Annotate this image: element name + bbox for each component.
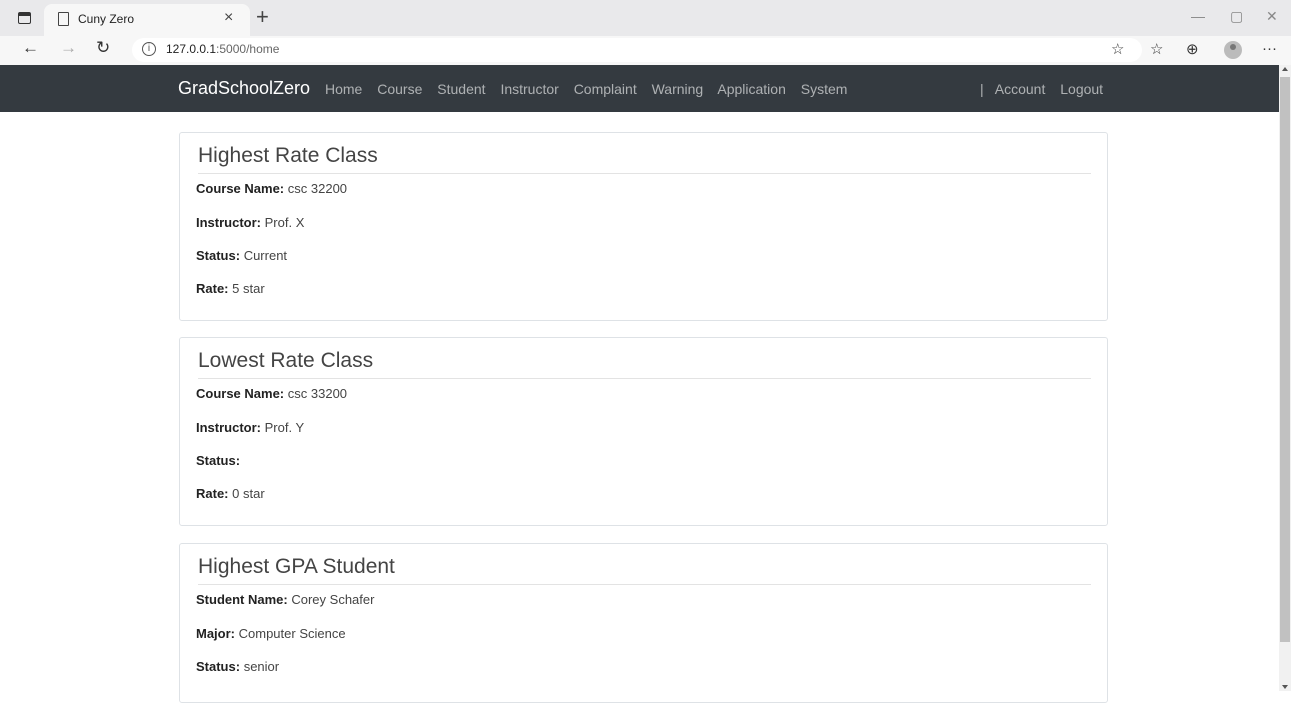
course-name-field: Course Name: csc 32200 [196, 181, 347, 196]
site-info-icon[interactable]: i [142, 42, 156, 56]
site-navbar: GradSchoolZero Home Course Student Instr… [0, 65, 1279, 112]
field-label: Status: [196, 659, 241, 674]
field-label: Status: [196, 453, 241, 468]
url-text: 127.0.0.1:5000/home [166, 42, 279, 56]
card-title: Lowest Rate Class [198, 349, 374, 372]
back-icon[interactable]: ← [22, 38, 39, 58]
rate-field: Rate: 0 star [196, 486, 265, 501]
scrollbar-thumb[interactable] [1280, 77, 1290, 642]
highest-rate-class-card: Highest Rate Class Course Name: csc 3220… [179, 132, 1108, 321]
instructor-field: Instructor: Prof. Y [196, 420, 304, 435]
field-value: Corey Schafer [291, 592, 375, 607]
field-value: senior [243, 659, 280, 674]
field-value: Prof. X [264, 215, 305, 230]
nav-application[interactable]: Application [717, 81, 786, 97]
course-name-field: Course Name: csc 33200 [196, 386, 347, 401]
nav-complaint[interactable]: Complaint [574, 81, 637, 97]
status-field: Status: Current [196, 248, 287, 263]
field-value: csc 33200 [287, 386, 348, 401]
lowest-rate-class-card: Lowest Rate Class Course Name: csc 33200… [179, 337, 1108, 526]
field-value: 0 star [232, 486, 265, 501]
more-icon[interactable]: ··· [1262, 40, 1277, 57]
field-label: Rate: [196, 281, 229, 296]
minimize-icon[interactable]: — [1191, 8, 1205, 24]
brand-link[interactable]: GradSchoolZero [178, 78, 310, 99]
field-label: Major: [196, 626, 235, 641]
rate-field: Rate: 5 star [196, 281, 265, 296]
status-field: Status: [196, 453, 240, 468]
nav-warning[interactable]: Warning [652, 81, 704, 97]
nav-logout[interactable]: Logout [1060, 81, 1103, 97]
address-bar[interactable]: i 127.0.0.1:5000/home [132, 38, 1142, 62]
profile-avatar[interactable] [1224, 41, 1242, 59]
field-value: csc 32200 [287, 181, 348, 196]
field-value: 5 star [232, 281, 265, 296]
card-title: Highest GPA Student [198, 555, 395, 578]
major-field: Major: Computer Science [196, 626, 346, 641]
field-label: Rate: [196, 486, 229, 501]
collections-icon[interactable]: ⊕ [1186, 40, 1199, 58]
nav-home[interactable]: Home [325, 81, 362, 97]
restore-icon[interactable]: ▢ [1230, 8, 1243, 25]
nav-system[interactable]: System [801, 81, 848, 97]
field-value: Computer Science [238, 626, 346, 641]
divider [198, 173, 1091, 174]
nav-account-area: | Account Logout [980, 81, 1114, 97]
divider [198, 584, 1091, 585]
url-path: :5000/home [216, 42, 280, 56]
divider [198, 378, 1091, 379]
field-label: Instructor: [196, 420, 261, 435]
student-name-field: Student Name: Corey Schafer [196, 592, 374, 607]
field-label: Status: [196, 248, 241, 263]
field-label: Course Name: [196, 181, 285, 196]
instructor-field: Instructor: Prof. X [196, 215, 304, 230]
nav-instructor[interactable]: Instructor [500, 81, 558, 97]
window-close-icon[interactable]: ✕ [1266, 8, 1278, 25]
browser-toolbar: ← → ↻ i 127.0.0.1:5000/home ☆ ☆ ⊕ ··· [0, 36, 1291, 65]
nav-separator: | [980, 81, 984, 97]
highest-gpa-student-card: Highest GPA Student Student Name: Corey … [179, 543, 1108, 703]
scroll-down-icon[interactable] [1282, 685, 1288, 689]
field-label: Course Name: [196, 386, 285, 401]
tab-actions-icon[interactable] [18, 12, 31, 24]
close-tab-icon[interactable]: × [224, 9, 233, 27]
page-icon [58, 12, 69, 26]
field-label: Student Name: [196, 592, 288, 607]
page-scrollbar[interactable] [1279, 65, 1291, 691]
url-host: 127.0.0.1 [166, 42, 217, 56]
favorite-add-icon[interactable]: ☆ [1111, 40, 1124, 58]
field-value: Current [243, 248, 288, 263]
forward-icon[interactable]: → [60, 38, 77, 58]
browser-tab-strip: Cuny Zero × + — ▢ ✕ [0, 0, 1291, 36]
tab-title: Cuny Zero [78, 12, 135, 26]
field-label: Instructor: [196, 215, 261, 230]
refresh-icon[interactable]: ↻ [96, 38, 110, 58]
browser-tab[interactable]: Cuny Zero × [44, 4, 250, 36]
field-value: Prof. Y [264, 420, 305, 435]
status-field: Status: senior [196, 659, 279, 674]
scroll-up-icon[interactable] [1282, 67, 1288, 71]
nav-student[interactable]: Student [437, 81, 485, 97]
nav-course[interactable]: Course [377, 81, 422, 97]
favorites-icon[interactable]: ☆ [1150, 40, 1163, 58]
card-title: Highest Rate Class [198, 144, 378, 167]
new-tab-icon[interactable]: + [256, 4, 269, 30]
nav-account[interactable]: Account [995, 81, 1046, 97]
nav-links: Home Course Student Instructor Complaint… [325, 81, 858, 97]
